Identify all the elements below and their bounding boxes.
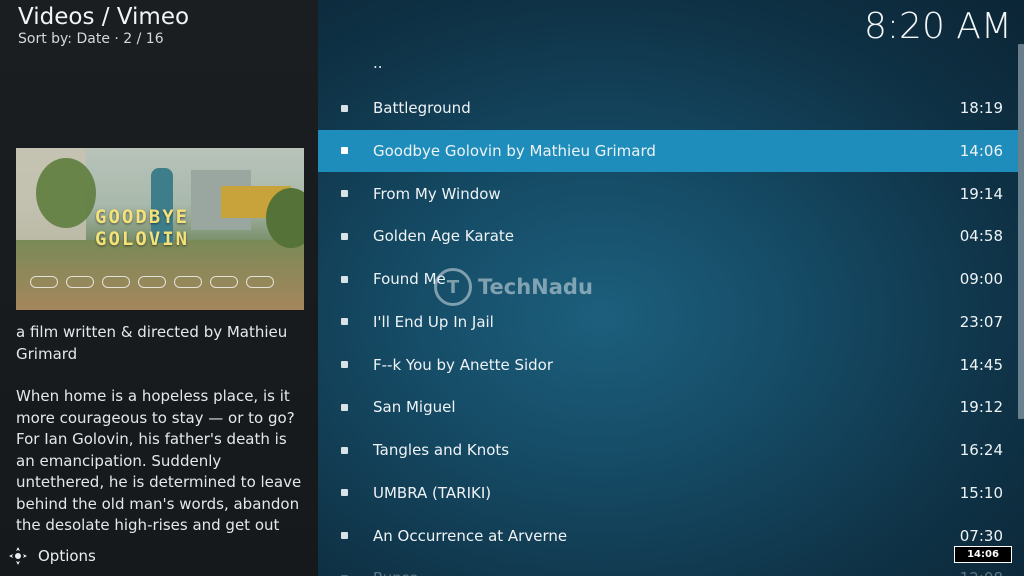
video-plot: When home is a hopeless place, is it mor… <box>16 387 302 534</box>
video-title: Goodbye Golovin by Mathieu Grimard <box>373 141 656 160</box>
video-duration: 07:30 <box>959 526 1003 545</box>
video-title: I'll End Up In Jail <box>373 312 494 331</box>
parent-folder-label: .. <box>373 54 383 72</box>
list-item[interactable]: I'll End Up In Jail 23:07 <box>318 301 1018 344</box>
video-title: Battleground <box>373 99 471 118</box>
list-item[interactable]: Tangles and Knots 16:24 <box>318 429 1018 472</box>
poster-image: GOODBYE GOLOVIN <box>16 148 304 310</box>
options-icon <box>9 547 27 565</box>
page-title: Videos / Vimeo <box>18 4 190 30</box>
list-item[interactable]: UMBRA (TARIKI) 15:10 <box>318 472 1018 515</box>
clock: 8:20 AM <box>864 6 1012 47</box>
video-duration: 09:00 <box>959 270 1003 289</box>
sort-info: Sort by: Date · 2 / 16 <box>18 31 164 47</box>
bullet-icon <box>341 361 348 369</box>
poster-laurels <box>30 276 274 288</box>
bullet-icon <box>341 190 348 198</box>
video-title: F--k You by Anette Sidor <box>373 355 554 374</box>
options-label: Options <box>38 547 96 565</box>
list-item[interactable]: F--k You by Anette Sidor 14:45 <box>318 343 1018 386</box>
video-title: Runsa <box>373 569 419 576</box>
list-item[interactable]: Goodbye Golovin by Mathieu Grimard 14:06 <box>318 129 1018 173</box>
video-title: An Occurrence at Arverne <box>373 526 568 545</box>
video-duration: 18:19 <box>959 99 1003 118</box>
list-item[interactable]: An Occurrence at Arverne 07:30 <box>318 514 1018 557</box>
video-duration: 12:08 <box>960 569 1003 576</box>
video-title: From My Window <box>373 184 501 203</box>
time-badge: 14:06 <box>954 546 1012 563</box>
bullet-icon <box>341 446 348 454</box>
bullet-icon <box>341 232 348 240</box>
list-item[interactable]: Runsa 12:08 <box>318 557 1018 576</box>
bullet-icon <box>341 403 348 411</box>
list-item[interactable]: Golden Age Karate 04:58 <box>318 215 1018 258</box>
video-title: San Miguel <box>373 398 456 417</box>
bullet-icon <box>341 489 348 497</box>
parent-folder-item[interactable]: .. <box>318 44 1018 87</box>
video-duration: 16:24 <box>959 441 1003 460</box>
video-duration: 19:12 <box>959 398 1003 417</box>
video-title: Golden Age Karate <box>373 227 515 246</box>
video-title: Found Me <box>373 270 446 289</box>
video-list: .. Battleground 18:19 Goodbye Golovin by M… <box>318 44 1018 576</box>
file-list-panel: 8:20 AM .. Battleground 18:19 Goodbye Golo… <box>318 0 1024 576</box>
video-duration: 14:45 <box>959 355 1003 374</box>
list-item[interactable]: Found Me 09:00 <box>318 258 1018 301</box>
video-title: UMBRA (TARIKI) <box>373 483 492 502</box>
bullet-icon <box>341 104 348 112</box>
list-item[interactable]: San Miguel 19:12 <box>318 386 1018 429</box>
video-title: Tangles and Knots <box>373 441 510 460</box>
poster-title: GOODBYE GOLOVIN <box>95 206 190 250</box>
video-duration: 19:14 <box>959 184 1003 203</box>
bullet-icon <box>341 532 348 540</box>
list-item[interactable]: From My Window 19:14 <box>318 172 1018 215</box>
scrollbar[interactable] <box>1018 44 1024 419</box>
bullet-icon <box>341 147 348 155</box>
video-duration: 15:10 <box>959 483 1003 502</box>
info-panel: Videos / Vimeo Sort by: Date · 2 / 16 GO… <box>0 0 318 576</box>
video-duration: 14:06 <box>959 141 1003 160</box>
list-item[interactable]: Battleground 18:19 <box>318 87 1018 130</box>
video-duration: 04:58 <box>959 227 1003 246</box>
video-tagline: a film written & directed by Mathieu Gri… <box>16 323 288 363</box>
options-button[interactable]: Options <box>8 545 96 567</box>
bullet-icon <box>341 275 348 283</box>
video-duration: 23:07 <box>959 312 1003 331</box>
bullet-icon <box>341 318 348 326</box>
